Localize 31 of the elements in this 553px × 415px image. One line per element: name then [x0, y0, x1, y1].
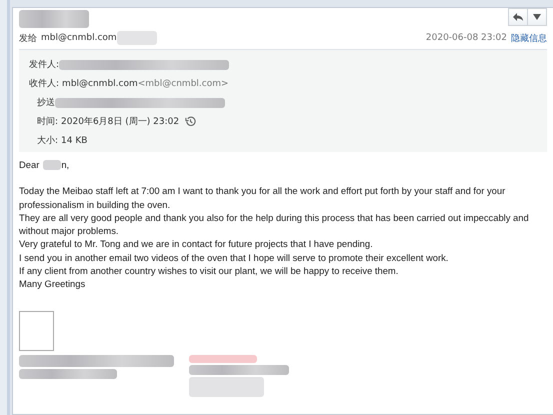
detail-label: 大小:	[37, 134, 58, 147]
detail-value: mbl@cnmbl.com	[62, 78, 138, 88]
broken-image-icon	[19, 310, 54, 351]
greeting-text: n,	[61, 158, 70, 172]
date-text: 2020-06-08 23:02	[426, 33, 507, 43]
history-icon	[185, 116, 196, 127]
reply-icon	[512, 12, 524, 22]
body-text: Very grateful to Mr. Tong and we are in contact for future projects that I have pending.	[19, 237, 374, 251]
detail-label: 收件人:	[29, 78, 60, 90]
redacted-block	[189, 354, 257, 363]
body-text: If any client from another country wishes to visit our plant, we will be happy to receive them.	[19, 264, 400, 278]
detail-label: 时间:	[37, 116, 58, 128]
redacted-block	[19, 10, 89, 28]
detail-label: 发件人:	[29, 58, 60, 71]
redacted-block	[43, 160, 62, 170]
redacted-block	[116, 31, 157, 45]
detail-value: 2020年6月8日 (周一) 23:02	[61, 116, 180, 128]
caret-icon	[533, 14, 541, 20]
hide-info-link[interactable]: 隐藏信息	[511, 32, 547, 44]
body-text: I send you in another email two videos of the oven that I hope will serve to promote their excellent work.	[19, 250, 450, 264]
reply-button[interactable]	[508, 8, 528, 26]
to-label: 发给	[19, 32, 37, 44]
detail-address: <mbl@cnmbl.com>	[138, 78, 229, 88]
greeting-text: Dear	[19, 158, 40, 172]
to-address: mbl@cnmbl.com	[41, 33, 117, 43]
detail-value: 14 KB	[61, 136, 88, 146]
dropdown-button[interactable]	[527, 8, 547, 26]
body-text: Today the Meibao staff left at 7:00 am I want to thank you for all the work and effort put forth by your staff and for your professionalism in building the oven.	[19, 184, 506, 211]
body-text: They are all very good people and thank you also for the help during this process that has been carried out impeccably and without major problems.	[19, 210, 530, 238]
body-text: Many Greetings	[19, 277, 86, 291]
detail-label: 抄送	[37, 96, 55, 109]
